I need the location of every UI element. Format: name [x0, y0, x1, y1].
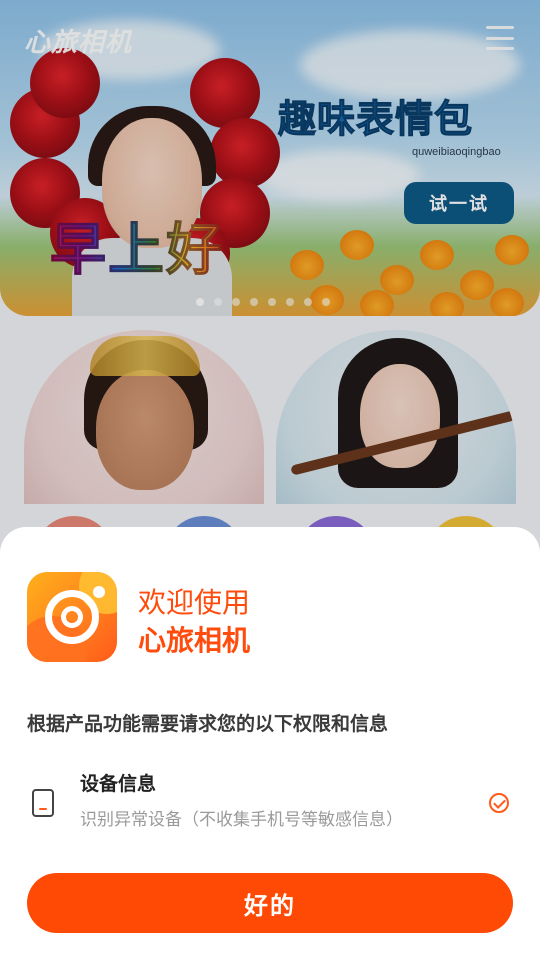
permission-title: 设备信息 — [80, 773, 157, 795]
permission-description: 识别异常设备（不收集手机号等敏感信息） — [80, 810, 403, 830]
check-circle-icon[interactable] — [489, 793, 509, 813]
device-icon — [32, 789, 54, 817]
permission-dialog: 欢迎使用 心旅相机 根据产品功能需要请求您的以下权限和信息 设备信息 识别异常设… — [0, 527, 540, 960]
dialog-app-name: 心旅相机 — [138, 624, 251, 657]
ok-button[interactable]: 好的 — [27, 873, 513, 933]
camera-lens-icon — [27, 572, 117, 662]
permission-intro: 根据产品功能需要请求您的以下权限和信息 — [27, 713, 389, 735]
welcome-text: 欢迎使用 — [138, 586, 251, 619]
